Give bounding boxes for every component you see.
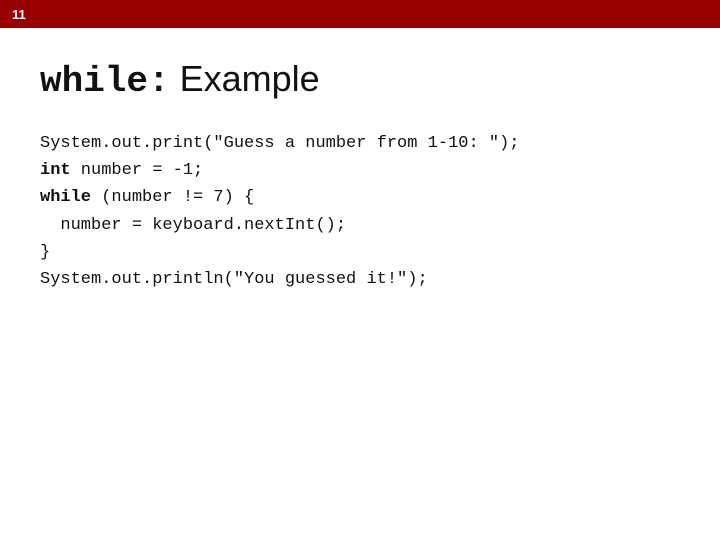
slide-number: 11 [12,7,26,22]
title-text: Example [170,58,320,99]
slide-title: while: Example [40,58,680,102]
title-code: while: [40,61,170,102]
code-line-6: System.out.println("You guessed it!"); [40,270,428,289]
code-line-4: number = keyboard.nextInt(); [40,216,346,235]
code-block: System.out.print("Guess a number from 1-… [40,130,680,293]
code-line-3: while (number != 7) { [40,188,254,207]
top-bar: 11 [0,0,720,28]
code-line-5: } [40,243,50,262]
keyword-while: while [40,188,91,207]
slide-container: 11 while: Example System.out.print("Gues… [0,0,720,540]
code-line-1: System.out.print("Guess a number from 1-… [40,134,519,153]
code-line-2: int number = -1; [40,161,203,180]
slide-content: while: Example System.out.print("Guess a… [0,28,720,323]
keyword-int: int [40,161,71,180]
